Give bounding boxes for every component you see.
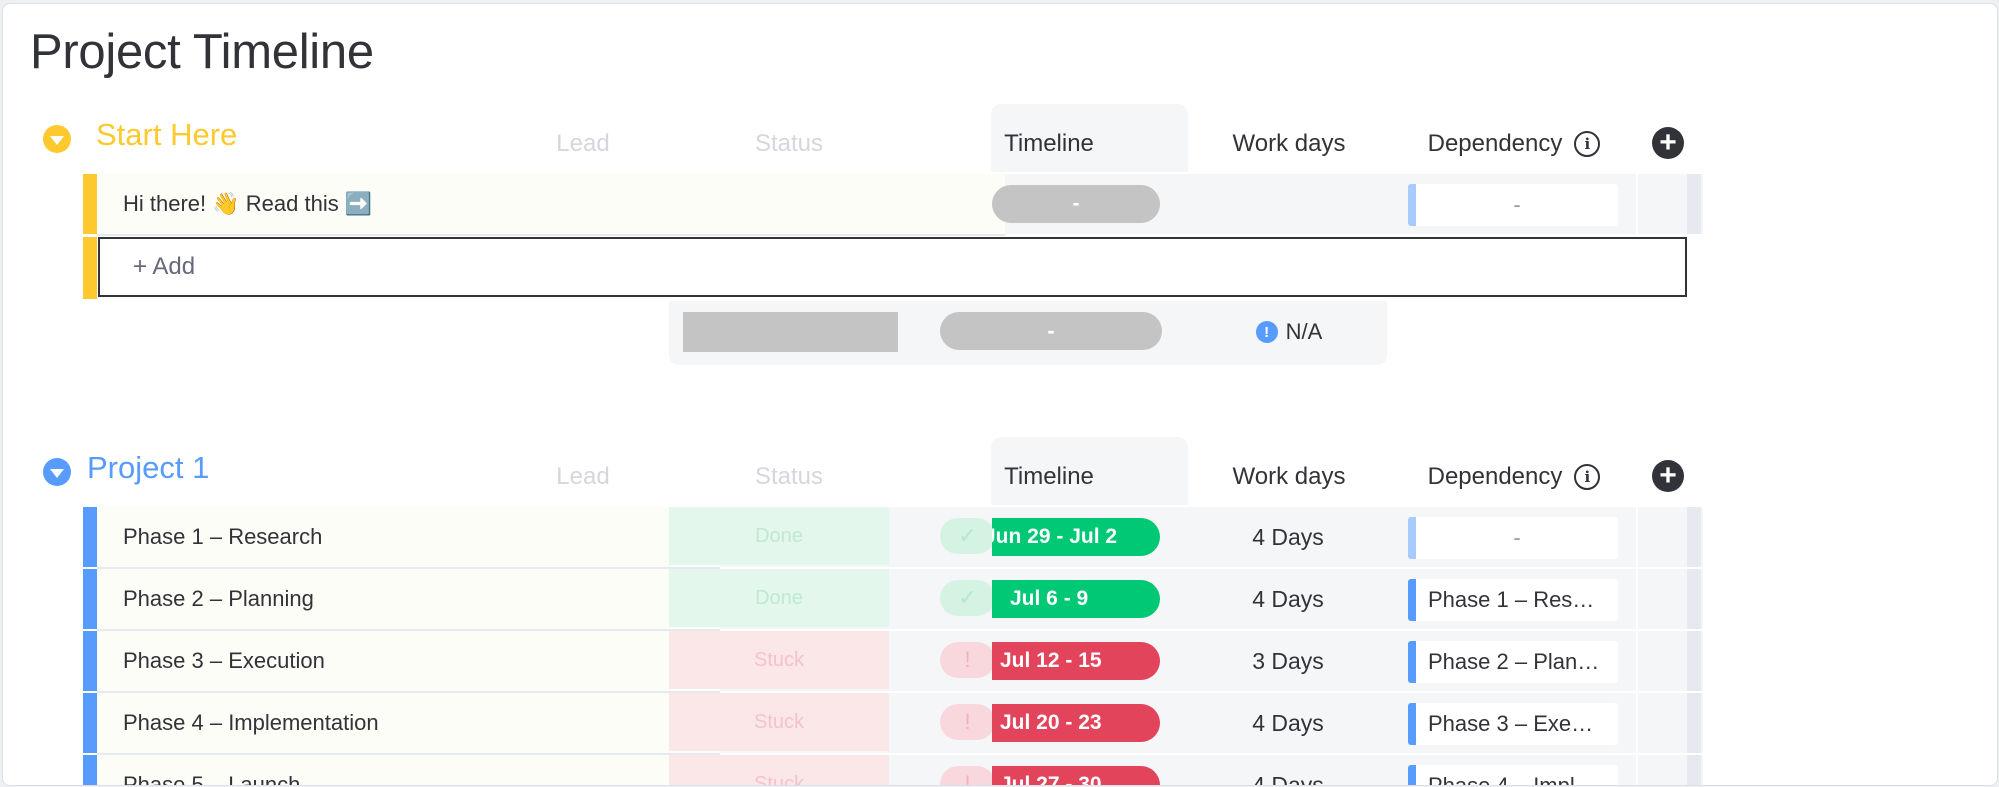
add-column-button[interactable]: + [1652, 127, 1684, 159]
table-row[interactable]: Hi there! 👋 Read this ➡️ - - [83, 174, 1703, 236]
alert-icon: ! [940, 704, 995, 740]
timeline-pill[interactable]: Jul 6 - 9 [992, 580, 1160, 618]
column-header-timeline[interactable]: Timeline [949, 451, 1149, 503]
column-header-lead[interactable]: Lead [483, 118, 683, 170]
page-title: Project Timeline [30, 25, 374, 79]
column-header-dependency[interactable]: Dependency i [1389, 451, 1639, 503]
status-cell[interactable]: Done [669, 507, 889, 565]
item-name[interactable]: Phase 5 – Launch [123, 755, 300, 785]
alert-icon: ! [1255, 321, 1278, 343]
item-name[interactable]: Phase 1 – Research [123, 507, 322, 567]
item-name[interactable]: Phase 4 – Implementation [123, 693, 379, 753]
table-row[interactable]: Phase 2 – Planning Done ✓ Jul 6 - 9 4 Da… [83, 569, 1703, 631]
info-icon[interactable]: i [1574, 464, 1601, 490]
group-collapse-toggle[interactable] [43, 458, 71, 486]
work-days-cell: 4 Days [1252, 709, 1324, 736]
dependency-cell[interactable]: Phase 4 – Impl… [1408, 765, 1618, 785]
board: Project Timeline Start Here Lead Status … [2, 3, 1998, 786]
work-days-cell: 4 Days [1252, 771, 1324, 786]
status-summary-bar [683, 312, 898, 352]
timeline-pill[interactable]: Jul 12 - 15 [992, 642, 1160, 680]
info-icon[interactable]: i [1574, 131, 1601, 157]
status-cell[interactable]: Stuck [669, 755, 889, 785]
group-collapse-toggle[interactable] [43, 125, 71, 153]
timeline-summary-pill: - [940, 312, 1162, 350]
work-days-cell: 4 Days [1252, 585, 1324, 612]
chevron-down-icon [50, 136, 64, 145]
check-icon: ✓ [940, 580, 995, 616]
item-name[interactable]: Phase 3 – Execution [123, 631, 325, 691]
chevron-down-icon [50, 469, 64, 478]
status-cell[interactable]: Stuck [669, 693, 889, 751]
work-days-cell [1188, 174, 1388, 234]
work-days-cell: 3 Days [1252, 647, 1324, 674]
column-header-lead[interactable]: Lead [483, 451, 683, 503]
row-color-bar [83, 174, 97, 234]
add-item-row[interactable]: + Add [83, 237, 1703, 299]
work-days-summary: ! N/A [1189, 312, 1389, 352]
dependency-cell[interactable]: - [1408, 184, 1618, 226]
add-item-label: + Add [133, 253, 196, 280]
column-header-status[interactable]: Status [689, 118, 889, 170]
status-cell[interactable]: Stuck [669, 631, 889, 689]
alert-icon: ! [940, 642, 995, 678]
status-cell[interactable]: Done [669, 569, 889, 627]
group-title[interactable]: Start Here [96, 117, 237, 153]
item-name[interactable]: Phase 2 – Planning [123, 569, 314, 629]
column-header-status[interactable]: Status [689, 451, 889, 503]
column-header-dependency-label: Dependency [1427, 130, 1563, 157]
column-header-dependency-label: Dependency [1427, 463, 1563, 490]
check-icon: ✓ [940, 518, 995, 554]
item-name[interactable]: Hi there! 👋 Read this ➡️ [123, 174, 372, 234]
table-row[interactable]: Phase 1 – Research Done ✓ Jun 29 - Jul 2… [83, 507, 1703, 569]
table-row[interactable]: Phase 5 – Launch Stuck ! Jul 27 - 30 4 D… [83, 755, 1703, 786]
add-item-input[interactable] [98, 237, 1687, 297]
work-days-summary-value: N/A [1285, 319, 1323, 344]
timeline-pill[interactable]: Jul 27 - 30 [992, 766, 1160, 785]
add-column-button[interactable]: + [1652, 460, 1684, 492]
column-header-dependency[interactable]: Dependency i [1389, 118, 1639, 170]
column-header-work-days[interactable]: Work days [1189, 118, 1389, 170]
dependency-cell[interactable]: Phase 1 – Res… [1408, 579, 1618, 621]
timeline-pill[interactable]: Jun 29 - Jul 2 [992, 518, 1160, 556]
timeline-pill[interactable]: - [992, 185, 1160, 223]
group-title[interactable]: Project 1 [87, 450, 209, 486]
alert-icon: ! [940, 766, 995, 785]
work-days-cell: 4 Days [1252, 523, 1324, 550]
dependency-cell[interactable]: Phase 3 – Exe… [1408, 703, 1618, 745]
table-row[interactable]: Phase 3 – Execution Stuck ! Jul 12 - 15 … [83, 631, 1703, 693]
dependency-cell[interactable]: Phase 2 – Plan… [1408, 641, 1618, 683]
column-header-timeline[interactable]: Timeline [949, 118, 1149, 170]
column-header-work-days[interactable]: Work days [1189, 451, 1389, 503]
dependency-cell[interactable]: - [1408, 517, 1618, 559]
table-row[interactable]: Phase 4 – Implementation Stuck ! Jul 20 … [83, 693, 1703, 755]
timeline-pill[interactable]: Jul 20 - 23 [992, 704, 1160, 742]
